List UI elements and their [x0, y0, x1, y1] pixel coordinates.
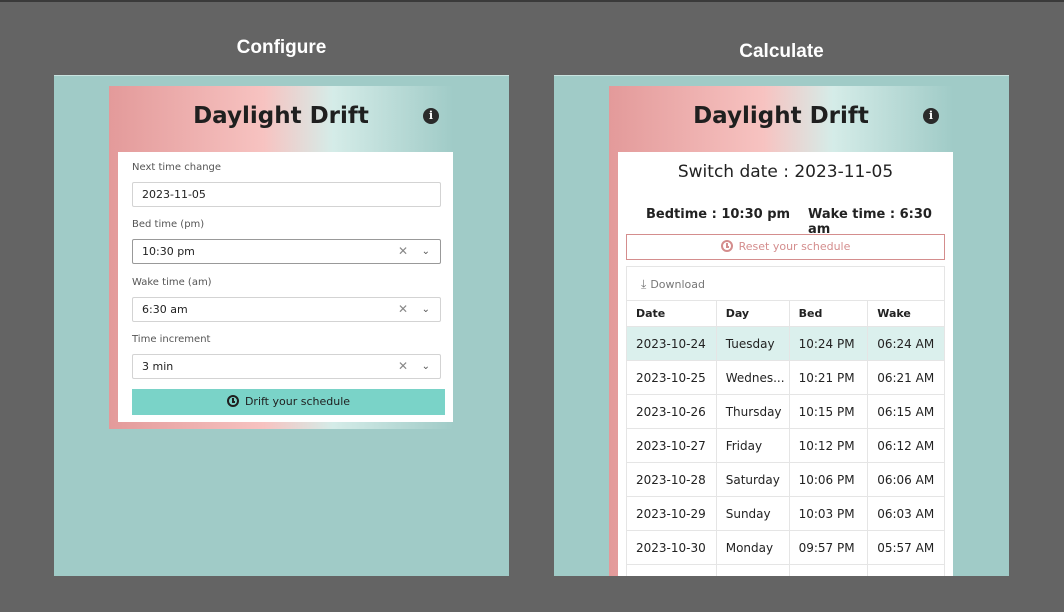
increment-select[interactable]: 3 min ✕ ⌄	[132, 354, 441, 379]
increment-clear-icon[interactable]: ✕	[398, 355, 408, 378]
configure-app: Daylight Drift i Next time change 2023-1…	[109, 86, 453, 429]
waketime-summary: Wake time : 6:30 am	[808, 207, 932, 237]
bed-time-value: 10:30 pm	[142, 245, 195, 258]
increment-chevron-down-icon[interactable]: ⌄	[422, 355, 430, 378]
download-icon: ⤓	[641, 277, 647, 291]
table-row[interactable]: 2023-10-24 Tuesday 10:24 PM 06:24 AM	[626, 326, 945, 361]
table-row[interactable]: 2023-10-26 Thursday 10:15 PM 06:15 AM	[626, 394, 945, 429]
column-header-date[interactable]: Date	[626, 300, 717, 327]
cell-date: 2023-10-31	[626, 564, 717, 576]
bed-time-clear-icon[interactable]: ✕	[398, 240, 408, 263]
clock-icon	[226, 395, 239, 407]
wake-time-chevron-down-icon[interactable]: ⌄	[422, 298, 430, 321]
cell-day: Tuesday	[715, 326, 790, 361]
table-row[interactable]: 2023-10-31 Tuesday 09:54 PM 05:54 AM	[626, 564, 945, 576]
table-header-row: Date Day Bed Wake	[626, 300, 945, 327]
cell-date: 2023-10-26	[626, 394, 717, 429]
cell-wake: 06:21 AM	[867, 360, 945, 395]
next-change-label: Next time change	[132, 162, 222, 173]
configure-frame: Daylight Drift i Next time change 2023-1…	[54, 75, 509, 576]
cell-date: 2023-10-25	[626, 360, 717, 395]
cell-day: Thursday	[715, 394, 790, 429]
app-title: Daylight Drift	[693, 103, 869, 129]
cell-wake: 06:24 AM	[867, 326, 945, 361]
increment-value: 3 min	[142, 360, 174, 373]
reset-schedule-button[interactable]: Reset your schedule	[626, 234, 945, 260]
cell-bed: 10:12 PM	[788, 428, 869, 463]
bed-time-chevron-down-icon[interactable]: ⌄	[422, 240, 430, 263]
cell-day: Friday	[715, 428, 790, 463]
cell-date: 2023-10-27	[626, 428, 717, 463]
table-row[interactable]: 2023-10-29 Sunday 10:03 PM 06:03 AM	[626, 496, 945, 531]
reset-schedule-label: Reset your schedule	[738, 240, 851, 253]
bedtime-summary: Bedtime : 10:30 pm	[646, 207, 791, 222]
cell-bed: 10:24 PM	[788, 326, 869, 361]
cell-bed: 10:06 PM	[788, 462, 869, 497]
schedule-table: Date Day Bed Wake 2023-10-24 Tuesday 10:…	[626, 300, 945, 576]
cell-bed: 10:03 PM	[788, 496, 869, 531]
cell-wake: 05:54 AM	[867, 564, 945, 576]
table-row[interactable]: 2023-10-30 Monday 09:57 PM 05:57 AM	[626, 530, 945, 565]
cell-wake: 05:57 AM	[867, 530, 945, 565]
schedule-card: Switch date : 2023-11-05 Bedtime : 10:30…	[618, 152, 953, 576]
wake-time-clear-icon[interactable]: ✕	[398, 298, 408, 321]
wake-time-label: Wake time (am)	[132, 277, 212, 288]
download-button[interactable]: ⤓ Download	[626, 266, 945, 300]
configure-panel-title: Configure	[236, 37, 327, 58]
drift-schedule-button[interactable]: Drift your schedule	[132, 389, 445, 415]
cell-date: 2023-10-24	[626, 326, 717, 361]
column-header-wake[interactable]: Wake	[867, 300, 945, 327]
cell-day: Saturday	[715, 462, 790, 497]
cell-bed: 10:21 PM	[788, 360, 869, 395]
calculate-app: Daylight Drift i Switch date : 2023-11-0…	[609, 86, 953, 576]
clock-icon	[720, 240, 733, 252]
info-icon[interactable]: i	[923, 108, 939, 124]
configure-form: Next time change 2023-11-05 Bed time (pm…	[118, 152, 453, 422]
column-header-bed[interactable]: Bed	[788, 300, 869, 327]
cell-date: 2023-10-30	[626, 530, 717, 565]
cell-bed: 10:15 PM	[788, 394, 869, 429]
bed-time-label: Bed time (pm)	[132, 219, 205, 230]
drift-schedule-label: Drift your schedule	[244, 395, 351, 408]
cell-wake: 06:12 AM	[867, 428, 945, 463]
calculate-panel-title: Calculate	[739, 41, 824, 62]
info-icon[interactable]: i	[423, 108, 439, 124]
next-change-input[interactable]: 2023-11-05	[132, 182, 441, 207]
app-title: Daylight Drift	[193, 103, 369, 129]
column-header-day[interactable]: Day	[715, 300, 790, 327]
calculate-frame: Daylight Drift i Switch date : 2023-11-0…	[554, 75, 1009, 576]
wake-time-value: 6:30 am	[142, 303, 188, 316]
cell-day: Monday	[715, 530, 790, 565]
cell-wake: 06:03 AM	[867, 496, 945, 531]
table-row[interactable]: 2023-10-25 Wednes... 10:21 PM 06:21 AM	[626, 360, 945, 395]
cell-day: Sunday	[715, 496, 790, 531]
cell-day: Wednes...	[715, 360, 790, 395]
cell-date: 2023-10-29	[626, 496, 717, 531]
wake-time-select[interactable]: 6:30 am ✕ ⌄	[132, 297, 441, 322]
next-change-value: 2023-11-05	[142, 188, 206, 201]
table-row[interactable]: 2023-10-28 Saturday 10:06 PM 06:06 AM	[626, 462, 945, 497]
bed-time-select[interactable]: 10:30 pm ✕ ⌄	[132, 239, 441, 264]
cell-wake: 06:06 AM	[867, 462, 945, 497]
switch-date: Switch date : 2023-11-05	[677, 162, 894, 182]
download-label: Download	[650, 278, 705, 291]
cell-date: 2023-10-28	[626, 462, 717, 497]
increment-label: Time increment	[132, 334, 211, 345]
cell-day: Tuesday	[715, 564, 790, 576]
cell-bed: 09:54 PM	[788, 564, 869, 576]
table-row[interactable]: 2023-10-27 Friday 10:12 PM 06:12 AM	[626, 428, 945, 463]
cell-bed: 09:57 PM	[788, 530, 869, 565]
cell-wake: 06:15 AM	[867, 394, 945, 429]
